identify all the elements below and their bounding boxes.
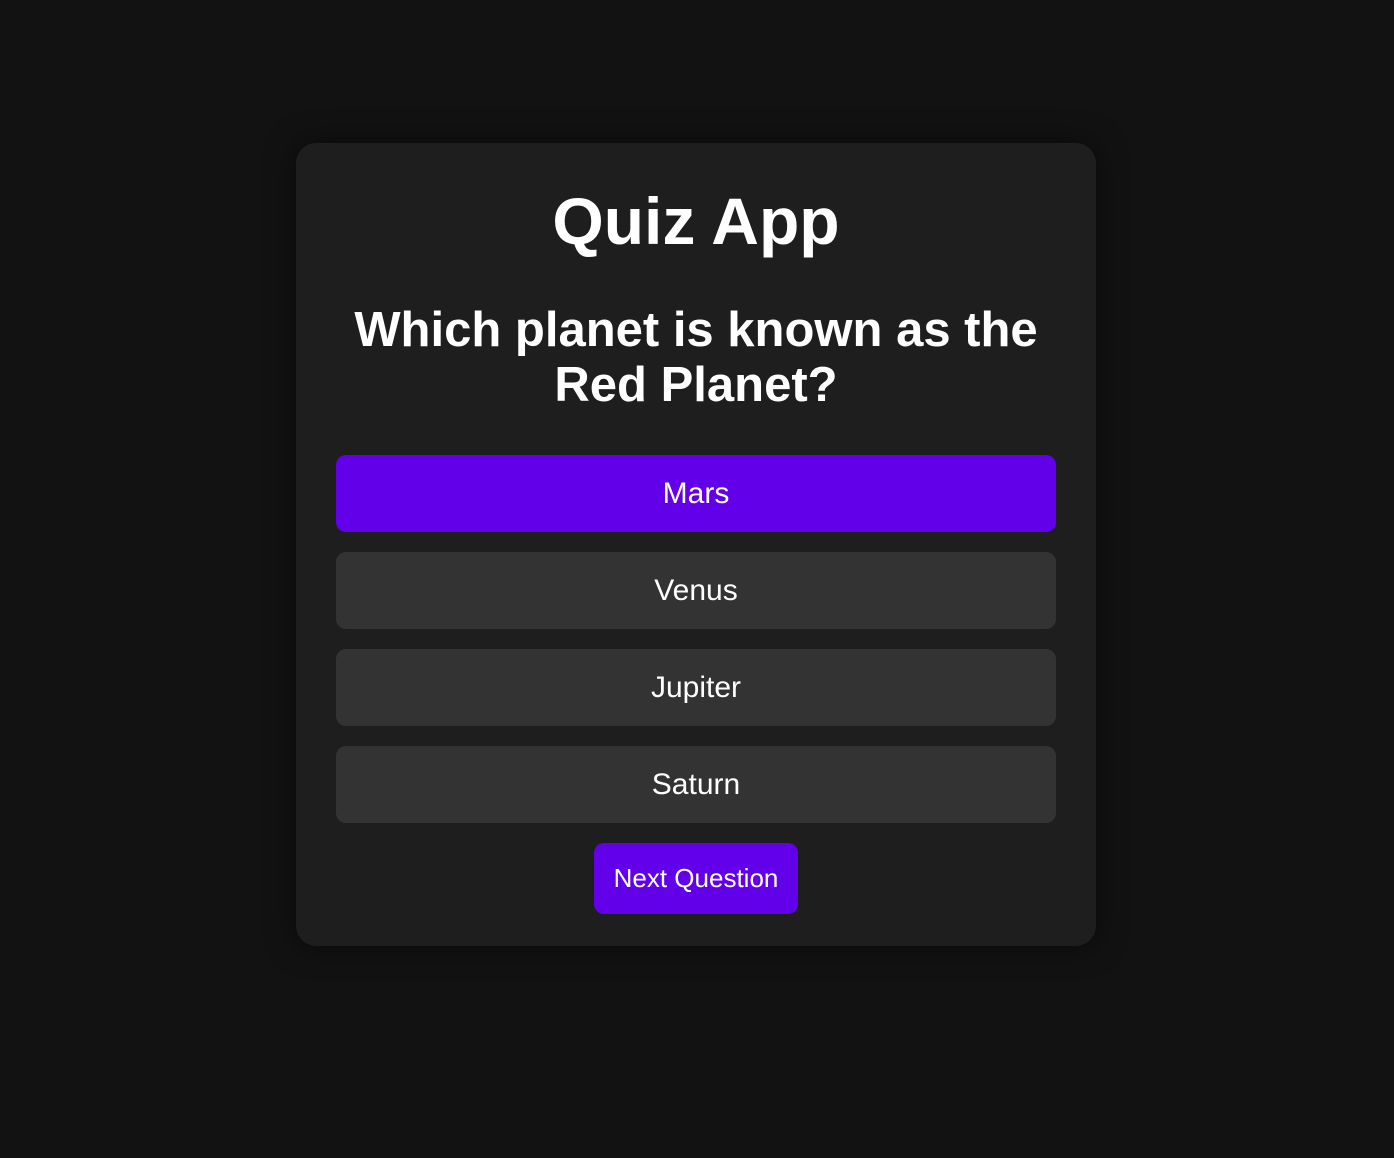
answer-option-jupiter[interactable]: Jupiter (336, 649, 1056, 726)
answer-option-mars[interactable]: Mars (336, 455, 1056, 532)
app-title: Quiz App (552, 184, 840, 258)
question-text: Which planet is known as the Red Planet? (354, 303, 1038, 412)
answer-option-venus[interactable]: Venus (336, 552, 1056, 629)
answer-option-saturn[interactable]: Saturn (336, 746, 1056, 823)
quiz-card: Quiz App Which planet is known as the Re… (296, 143, 1096, 946)
next-question-button[interactable]: Next Question (593, 843, 799, 914)
answer-list: Mars Venus Jupiter Saturn (336, 455, 1056, 823)
